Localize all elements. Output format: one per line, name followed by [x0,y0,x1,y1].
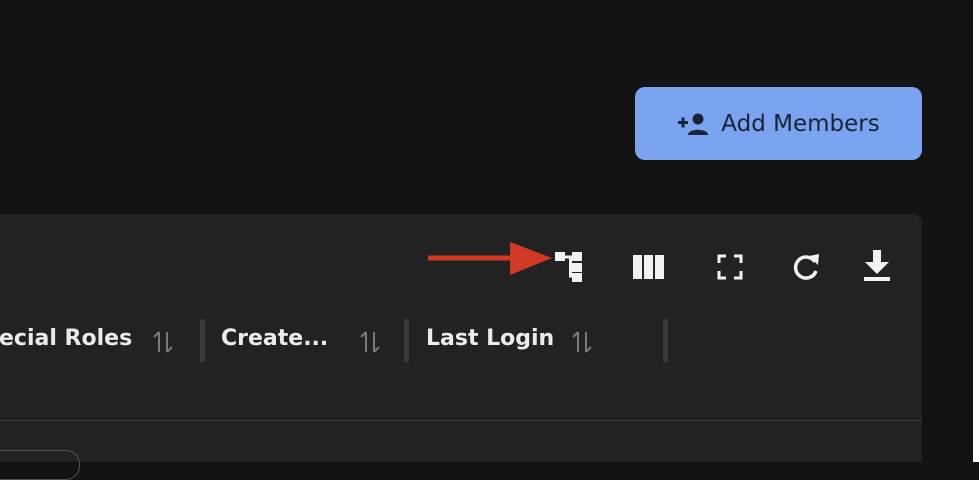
sort-icon[interactable] [150,329,176,355]
column-resize-handle[interactable] [200,319,205,362]
refresh-icon[interactable] [788,250,824,284]
sort-icon[interactable] [357,329,383,355]
columns-icon[interactable] [630,252,668,282]
sort-icon[interactable] [569,329,595,355]
column-resize-handle[interactable] [663,319,668,362]
hierarchy-icon[interactable] [551,248,593,286]
fullscreen-icon[interactable] [713,252,747,282]
column-header-created[interactable]: Create... [221,326,328,351]
add-members-label: Add Members [721,110,880,137]
download-icon[interactable] [859,248,895,284]
column-header-special-roles[interactable]: ecial Roles [0,326,132,351]
window-edge [973,0,979,462]
header-divider [0,420,922,421]
row-chip [0,450,80,480]
annotation-arrow [428,242,552,275]
column-header-last-login[interactable]: Last Login [426,326,554,351]
column-resize-handle[interactable] [404,319,409,362]
add-members-button[interactable]: Add Members [635,87,922,160]
person-add-icon [677,111,709,137]
